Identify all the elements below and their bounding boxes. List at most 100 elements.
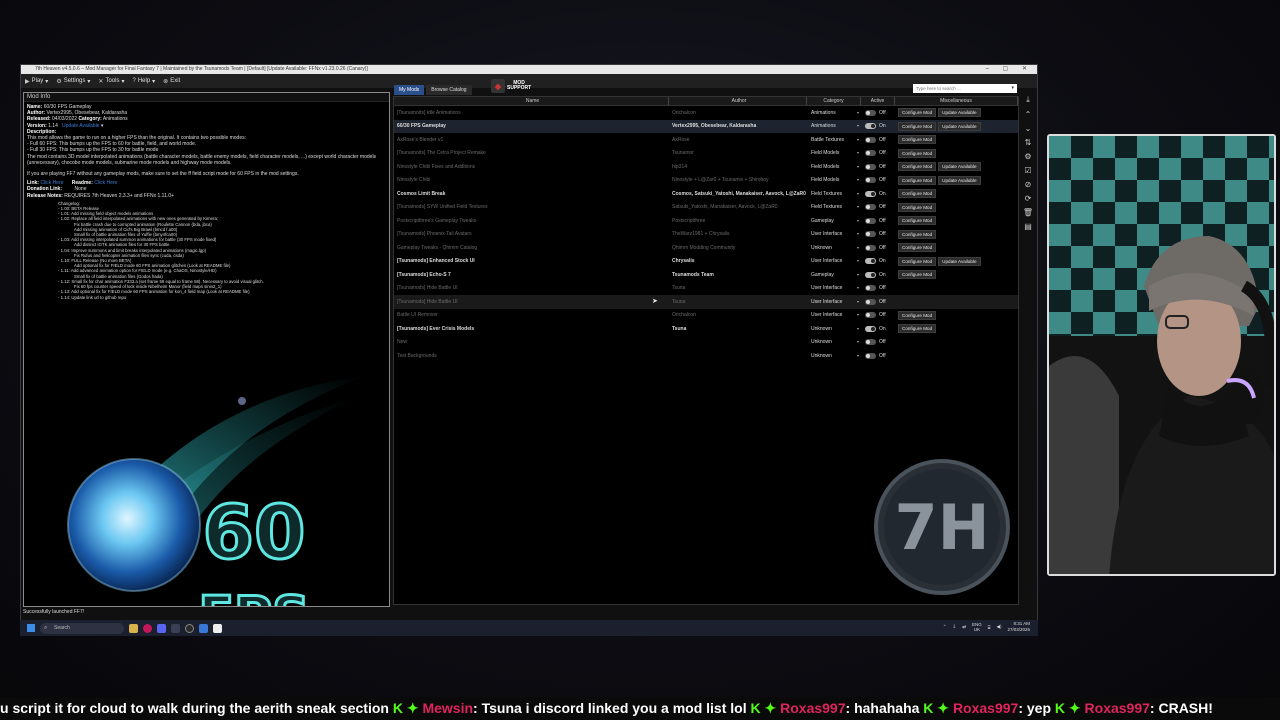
configure-mod-button[interactable]: Configure Mod (898, 148, 937, 158)
category-dropdown[interactable]: Field Models ▾ (807, 177, 861, 183)
configure-mod-button[interactable]: Configure Mod (898, 270, 937, 280)
column-author[interactable]: Author (669, 97, 807, 105)
menu-tools[interactable]: ✕ Tools ▾ (98, 78, 124, 85)
active-toggle[interactable] (865, 231, 876, 238)
table-row[interactable]: AxRose's Blender v1 AxRose Battle Textures… (394, 133, 1018, 147)
update-available-button[interactable]: Update Available (938, 175, 981, 185)
table-row[interactable]: Ninostyle Chibi Fixes and Additions hip31… (394, 160, 1018, 174)
configure-mod-button[interactable]: Configure Mod (898, 256, 937, 266)
update-available-button[interactable]: Update Available (938, 162, 981, 172)
tab-my-mods[interactable]: My Mods (394, 85, 425, 95)
update-available-button[interactable]: Update Available (938, 256, 981, 266)
configure-mod-button[interactable]: Configure Mod (898, 229, 937, 239)
tray-app-icon[interactable]: ⇩ (952, 624, 956, 630)
save-icon[interactable]: ▤ (1024, 222, 1032, 231)
configure-mod-button[interactable]: Configure Mod (898, 121, 937, 131)
category-dropdown[interactable]: Gameplay ▾ (807, 218, 861, 224)
column-name[interactable]: Name (394, 97, 669, 105)
category-dropdown[interactable]: User Interface ▾ (807, 299, 861, 305)
taskbar-search[interactable]: Search (40, 622, 124, 634)
menu-help[interactable]: ? Help ▾ (132, 78, 155, 85)
update-available-link[interactable]: Update Available (62, 123, 99, 129)
app-icon-2[interactable] (199, 623, 208, 633)
tray-chevron-icon[interactable]: ⌃ (943, 624, 947, 630)
category-dropdown[interactable]: Field Textures ▾ (807, 191, 861, 197)
search-dropdown-icon[interactable]: ▾ (1011, 84, 1014, 93)
active-toggle[interactable] (865, 217, 876, 224)
active-toggle[interactable] (865, 325, 876, 332)
active-toggle[interactable] (865, 109, 876, 116)
configure-mod-button[interactable]: Configure Mod (898, 175, 937, 185)
category-dropdown[interactable]: Unknown ▾ (807, 353, 861, 359)
category-dropdown[interactable]: Unknown ▾ (807, 339, 861, 345)
category-dropdown[interactable]: Field Models ▾ (807, 150, 861, 156)
volume-icon[interactable]: ◀) (997, 624, 1002, 630)
table-row[interactable]: New Unknown ▾ Off (394, 336, 1018, 350)
table-row[interactable]: [Tsunamods] Ever Crisis Models Tsuna Unkno… (394, 322, 1018, 336)
active-toggle[interactable] (865, 136, 876, 143)
category-dropdown[interactable]: User Interface ▾ (807, 312, 861, 318)
table-row[interactable]: 60/30 FPS Gameplay Vertex2995, Obesebear,… (394, 119, 1018, 133)
active-toggle[interactable] (865, 312, 876, 319)
tab-browse-catalog[interactable]: Browse Catalog (426, 85, 472, 95)
refresh-icon[interactable]: ⟳ (1025, 194, 1032, 203)
configure-mod-button[interactable]: Configure Mod (898, 135, 937, 145)
app-icon-1[interactable] (143, 623, 152, 633)
menu-play[interactable]: ▶ Play ▾ (25, 78, 48, 85)
category-dropdown[interactable]: Battle Textures ▾ (807, 137, 861, 143)
search-input[interactable] (913, 84, 1017, 93)
active-toggle[interactable] (865, 123, 876, 130)
clock[interactable]: 8:31 AM 27/03/2026 (1007, 621, 1030, 633)
category-dropdown[interactable]: Animations ▾ (807, 123, 861, 129)
category-dropdown[interactable]: User Interface ▾ (807, 258, 861, 264)
readme-link[interactable]: Click Here (94, 180, 117, 186)
category-dropdown[interactable]: User Interface ▾ (807, 231, 861, 237)
table-row[interactable]: [Tsunamods] Echo-S 7 Tsunamods Team Gamepl… (394, 268, 1018, 282)
table-row[interactable]: [Tsunamods] The Cetra Project Remake Tsun… (394, 147, 1018, 161)
check-icon[interactable]: ☑ (1024, 166, 1031, 175)
table-row[interactable]: Cosmos Limit Break Cosmos, Satsuki_Yatosh… (394, 187, 1018, 201)
obs-icon[interactable] (185, 623, 194, 633)
language-indicator[interactable]: ENG UK (972, 622, 982, 632)
category-dropdown[interactable]: Unknown ▾ (807, 326, 861, 332)
active-toggle[interactable] (865, 244, 876, 251)
table-row[interactable]: [Tsunamods] Enhanced Stock UI Chrysalis Us… (394, 255, 1018, 269)
configure-mod-button[interactable]: Configure Mod (898, 310, 937, 320)
category-dropdown[interactable]: Animations ▾ (807, 110, 861, 116)
table-row[interactable]: Test Backgrounds Unknown ▾ Off (394, 349, 1018, 363)
active-toggle[interactable] (865, 285, 876, 292)
menu-settings[interactable]: ⚙ Settings ▾ (56, 78, 90, 85)
configure-mod-button[interactable]: Configure Mod (898, 202, 937, 212)
window-controls[interactable]: – ▢ ✕ (986, 65, 1033, 74)
active-toggle[interactable] (865, 204, 876, 211)
table-row[interactable]: Ninostyle Chibi Ninostyle + L@Zar0 + Tsun… (394, 174, 1018, 188)
down-arrow-icon[interactable]: ⌄ (1025, 124, 1032, 133)
configure-mod-button[interactable]: Configure Mod (898, 324, 937, 334)
active-toggle[interactable] (865, 258, 876, 265)
table-row[interactable]: [Tsunamods] Idle Animations Orichalcon Ani… (394, 106, 1018, 120)
mod-support-button[interactable]: ◆ MOD SUPPORT (491, 79, 531, 93)
active-toggle[interactable] (865, 271, 876, 278)
table-row[interactable]: [Tsunamods] Phoenix Tail Avatars TheWarz1… (394, 228, 1018, 242)
steam-icon[interactable] (171, 623, 180, 633)
configure-mod-button[interactable]: Configure Mod (898, 243, 937, 253)
column-category[interactable]: Category (807, 97, 861, 105)
delete-icon[interactable]: 🗑 (1023, 208, 1033, 217)
configure-mod-button[interactable]: Configure Mod (898, 189, 937, 199)
active-toggle[interactable] (865, 190, 876, 197)
category-dropdown[interactable]: User Interface ▾ (807, 285, 861, 291)
discord-icon[interactable] (157, 623, 166, 633)
table-row[interactable]: Battle UI Remover Orichalcon User Interfac… (394, 309, 1018, 323)
mod-link[interactable]: Click Here (40, 180, 63, 186)
chevron-down-icon[interactable]: ▾ (101, 123, 104, 129)
sort-icon[interactable]: ⇅ (1025, 138, 1032, 147)
table-row[interactable]: [Tsunamods] Hide Battle UI Tsuna User Inte… (394, 295, 1018, 309)
category-dropdown[interactable]: Field Models ▾ (807, 164, 861, 170)
update-available-button[interactable]: Update Available (938, 108, 981, 118)
category-dropdown[interactable]: Gameplay ▾ (807, 272, 861, 278)
column-active[interactable]: Active (861, 97, 895, 105)
network-icon[interactable]: ⌸ (988, 625, 991, 630)
block-icon[interactable]: ⊘ (1025, 180, 1032, 189)
category-dropdown[interactable]: Unknown ▾ (807, 245, 861, 251)
configure-mod-button[interactable]: Configure Mod (898, 108, 937, 118)
